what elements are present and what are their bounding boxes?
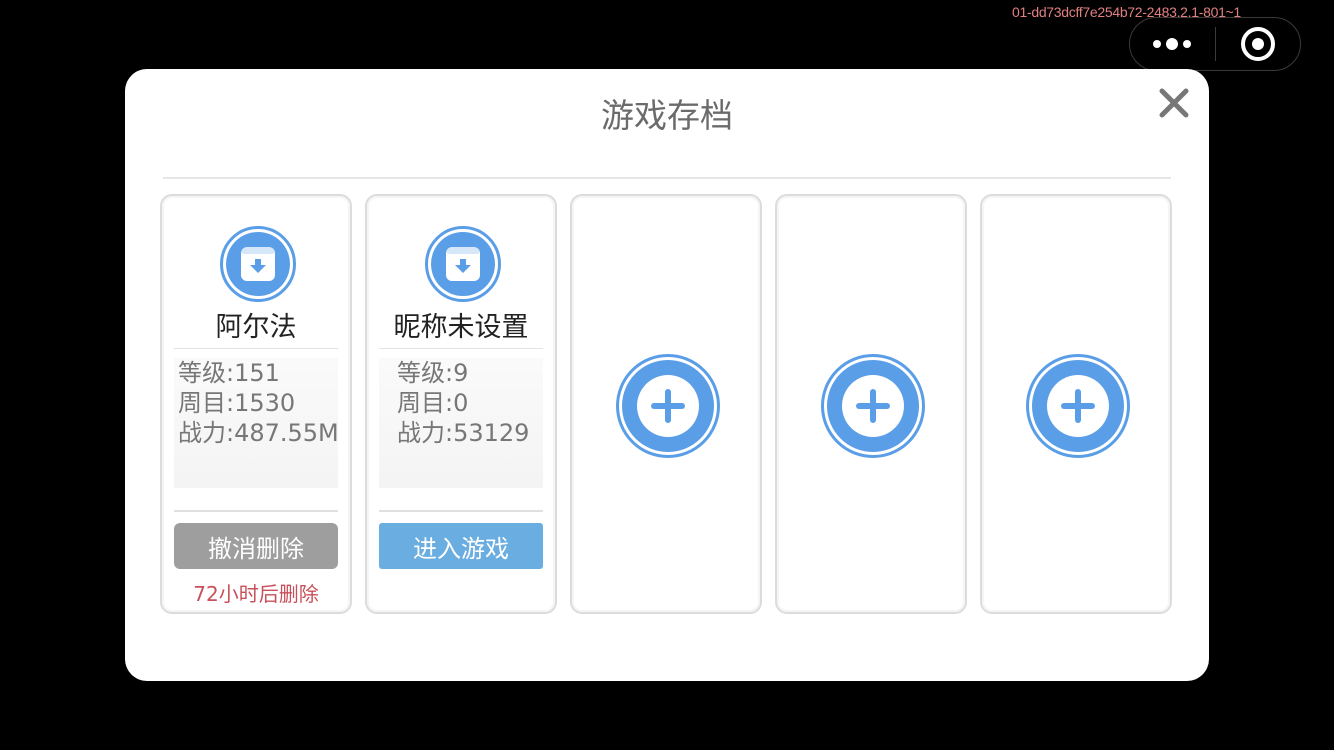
stat-power: 战力:53129 [397, 419, 530, 447]
exit-button[interactable] [1216, 18, 1301, 70]
add-plus-icon [651, 389, 685, 423]
slot-stats: 等级:151 周目:1530 战力:487.55M [174, 358, 339, 488]
slot-name: 阿尔法 [174, 308, 338, 349]
stat-round: 周目:0 [397, 389, 469, 417]
stat-power: 战力:487.55M [178, 419, 339, 447]
title-divider [163, 177, 1171, 179]
stat-level: 等级:151 [178, 359, 280, 387]
enter-game-button[interactable]: 进入游戏 [379, 523, 543, 569]
slot-divider [174, 510, 338, 512]
target-close-icon [1240, 27, 1275, 61]
dialog-title: 游戏存档 [601, 96, 733, 135]
more-button[interactable] [1130, 18, 1215, 70]
save-slot-2: 昵称未设置 等级:9 周目:0 战力:53129 进入游戏 [365, 194, 557, 614]
save-slot-3-empty[interactable] [570, 194, 762, 614]
mini-program-capsule [1129, 17, 1301, 71]
save-archive-icon [220, 226, 296, 302]
undo-delete-button[interactable]: 撤消删除 [174, 523, 338, 569]
slot-name: 昵称未设置 [379, 308, 543, 349]
save-slot-4-empty[interactable] [775, 194, 967, 614]
close-x-icon [1159, 88, 1189, 118]
add-plus-icon [856, 389, 890, 423]
save-archive-icon [425, 226, 501, 302]
stat-level: 等级:9 [397, 359, 469, 387]
stat-round: 周目:1530 [178, 389, 296, 417]
add-save-button[interactable] [1026, 354, 1130, 458]
more-dots-icon [1153, 38, 1192, 50]
add-save-button[interactable] [616, 354, 720, 458]
slot-stats: 等级:9 周目:0 战力:53129 [379, 358, 543, 488]
slot-divider [379, 510, 543, 512]
save-slot-1: 阿尔法 等级:151 周目:1530 战力:487.55M 撤消删除 72小时后… [160, 194, 352, 614]
delete-countdown-note: 72小时后删除 [193, 582, 319, 606]
add-plus-icon [1061, 389, 1095, 423]
add-save-button[interactable] [821, 354, 925, 458]
save-dialog: 游戏存档 阿尔法 等级:151 周目:1530 战力:487.55M 撤消删除 … [125, 69, 1209, 681]
save-slot-5-empty[interactable] [980, 194, 1172, 614]
close-button[interactable] [1157, 86, 1191, 120]
screen: 01-dd73dcff7e254b72-2483.2.1-801~1 游戏存档 [0, 0, 1334, 750]
